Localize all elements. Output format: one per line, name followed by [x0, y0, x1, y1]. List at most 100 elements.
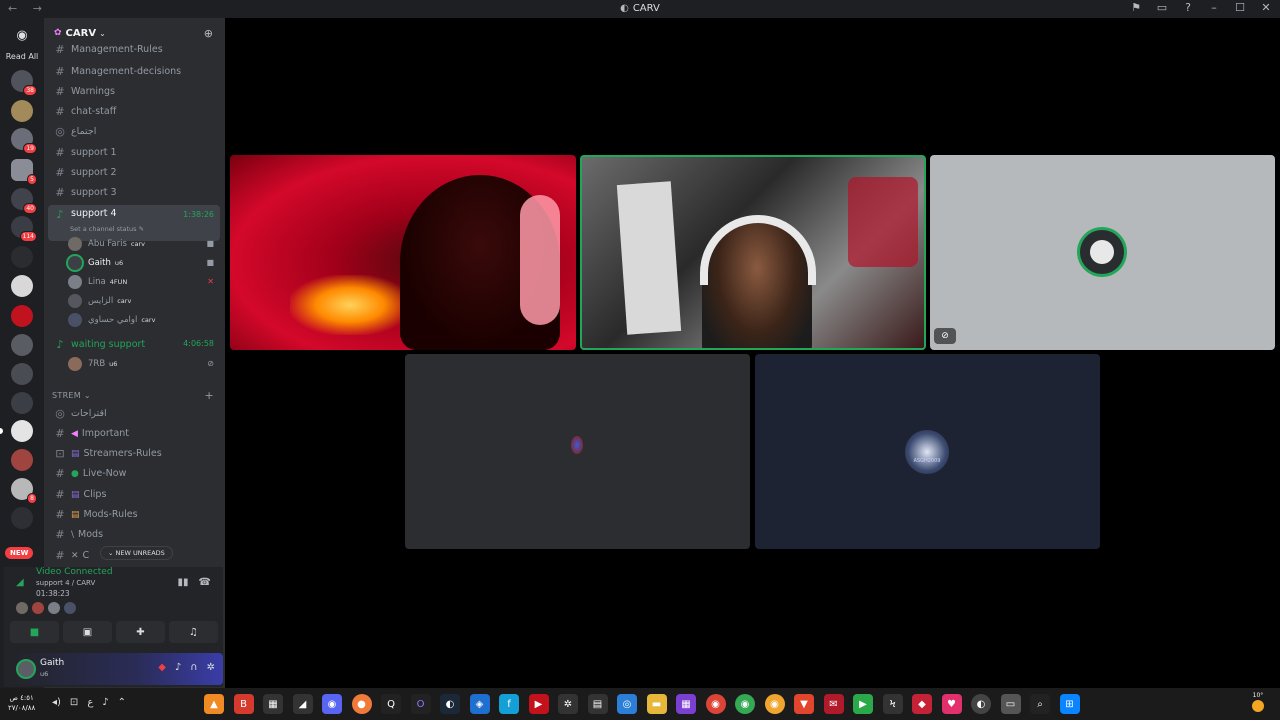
server-icon[interactable]: 8	[11, 478, 37, 504]
activities-button[interactable]: ✚	[116, 621, 165, 643]
video-tile-speaking[interactable]	[580, 155, 926, 350]
channel-mods[interactable]: # \ Mods	[48, 525, 220, 544]
channel-support-2[interactable]: # support 2	[48, 163, 220, 182]
voice-user[interactable]: 7RB u6 ⊘	[68, 354, 218, 373]
app-icon[interactable]: ◉	[764, 694, 785, 714]
channel-meeting[interactable]: ◎ اجتماع	[48, 122, 220, 141]
minimize-icon[interactable]: –	[1208, 1, 1220, 14]
app-icon[interactable]: ◐	[971, 694, 991, 714]
windows-start-icon[interactable]: ⊞	[1059, 694, 1080, 714]
server-icon[interactable]	[11, 507, 33, 529]
microphone-icon[interactable]: ♪	[175, 662, 181, 673]
weather-widget[interactable]: 10°	[1252, 692, 1264, 712]
microphone-icon[interactable]: ♪	[102, 697, 108, 708]
app-icon[interactable]: ◆	[912, 694, 932, 714]
noise-suppression-icon[interactable]: ▮▮	[178, 577, 189, 588]
steam-icon[interactable]: ◐	[440, 694, 460, 714]
app-icon[interactable]: ●	[351, 694, 372, 714]
app-icon[interactable]: O	[410, 694, 431, 714]
maximize-icon[interactable]: ☐	[1234, 1, 1246, 14]
channel-waiting-support[interactable]: ♪ waiting support 4:06:58	[48, 335, 220, 354]
chrome-icon[interactable]: ◉	[705, 694, 726, 714]
settings-gear-icon[interactable]: ✲	[207, 662, 215, 673]
channel-important[interactable]: # ◀ Important	[48, 424, 220, 443]
folder-icon[interactable]: ▬	[646, 694, 667, 714]
inbox-icon[interactable]: ▭	[1156, 1, 1168, 14]
invite-people-icon[interactable]: ⊕	[204, 27, 213, 40]
app-icon[interactable]: ▤	[587, 694, 608, 714]
channel-support-3[interactable]: # support 3	[48, 183, 220, 202]
discord-home-icon[interactable]: ◉	[11, 26, 33, 44]
discord-taskbar-icon[interactable]: ◉	[322, 694, 342, 714]
volume-icon[interactable]: ◂)	[52, 697, 61, 708]
flag-icon[interactable]: ⚑	[1130, 1, 1142, 14]
channel-warnings[interactable]: # Warnings	[48, 82, 220, 101]
help-icon[interactable]: ?	[1182, 1, 1194, 14]
headphones-icon[interactable]: ∩	[190, 662, 197, 673]
server-icon[interactable]: 38	[11, 70, 37, 96]
app-icon[interactable]: ♥	[941, 694, 962, 714]
close-icon[interactable]: ✕	[1260, 1, 1272, 14]
server-icon[interactable]	[11, 363, 33, 385]
app-icon[interactable]: f	[499, 694, 519, 714]
avatar-tile-user-5[interactable]: ASGH2009	[755, 354, 1100, 549]
read-all-button[interactable]: Read All	[0, 52, 44, 61]
chevron-up-icon[interactable]: ⌃	[118, 697, 126, 708]
channel-management-decisions[interactable]: # Management-decisions	[48, 62, 220, 81]
channel-live-now[interactable]: # ● Live-Now	[48, 464, 220, 483]
server-icon-carv[interactable]	[11, 420, 33, 442]
current-username[interactable]: Gaith	[40, 658, 64, 668]
app-icon[interactable]: Ϟ	[882, 694, 903, 714]
network-icon[interactable]: ⊡	[70, 697, 78, 708]
app-icon[interactable]: ▭	[1000, 694, 1021, 714]
voice-user[interactable]: Abu Faris carv ■	[68, 234, 218, 253]
voice-user[interactable]: Lina 4FUN ✕	[68, 272, 218, 291]
app-icon[interactable]: ◢	[292, 694, 313, 714]
channel-suggestions[interactable]: ◎ اقتراحات	[48, 404, 220, 423]
channel-chat-staff[interactable]: # chat-staff	[48, 102, 220, 121]
server-icon[interactable]	[11, 334, 33, 356]
app-icon[interactable]: ▲	[204, 694, 224, 714]
server-icon[interactable]: 114	[11, 216, 37, 242]
avatar-tile-user-3[interactable]: ⊘	[930, 155, 1275, 350]
server-icon[interactable]: 5	[11, 159, 37, 185]
app-icon[interactable]: ✲	[558, 694, 578, 714]
avatar-tile-user-4[interactable]	[405, 354, 750, 549]
app-icon[interactable]: B	[233, 694, 254, 714]
app-icon[interactable]: ▦	[676, 694, 696, 714]
app-icon[interactable]: ◈	[469, 694, 490, 714]
server-icon[interactable]	[11, 305, 33, 327]
disconnect-icon[interactable]: ☎	[199, 577, 211, 588]
soundboard-button[interactable]: ♫	[169, 621, 218, 643]
new-unreads-pill[interactable]: NEW	[5, 547, 34, 559]
voice-user[interactable]: الزايس carv	[68, 291, 218, 310]
server-icon[interactable]	[11, 246, 33, 268]
system-clock[interactable]: ٤:٥١ ص ٢٧/٠٨/٨٨	[8, 693, 35, 713]
brave-icon[interactable]: ▼	[794, 694, 814, 714]
channel-clips[interactable]: # ▤ Clips	[48, 485, 220, 504]
add-channel-icon[interactable]: +	[204, 389, 214, 402]
voice-status[interactable]: Video Connected	[36, 567, 113, 577]
screen-share-button[interactable]: ▣	[63, 621, 112, 643]
channel-streamers-rules[interactable]: ⊡ ▤ Streamers-Rules	[48, 444, 220, 463]
server-icon[interactable]	[11, 392, 33, 414]
search-icon[interactable]: ⌕	[1030, 694, 1050, 714]
voice-location[interactable]: support 4 / CARV	[36, 579, 95, 587]
language-icon[interactable]: ع	[87, 697, 93, 708]
voice-user[interactable]: اوامي حساوي carv	[68, 310, 218, 329]
new-unreads-button[interactable]: ⌄ NEW UNREADS	[100, 546, 173, 560]
app-icon[interactable]: ◉	[735, 694, 755, 714]
server-icon[interactable]: 19	[11, 128, 37, 154]
category-strem[interactable]: STREM ⌄ +	[52, 389, 220, 402]
camera-button[interactable]: ■	[10, 621, 59, 643]
server-icon[interactable]	[11, 100, 33, 122]
app-icon[interactable]: Q	[381, 694, 401, 714]
server-icon[interactable]	[11, 275, 33, 297]
avatar[interactable]	[16, 659, 36, 679]
app-icon[interactable]: ▦	[263, 694, 283, 714]
server-icon[interactable]: 40	[11, 188, 37, 214]
youtube-icon[interactable]: ▶	[528, 694, 549, 714]
video-tile-user-1[interactable]	[230, 155, 576, 350]
voice-user[interactable]: Gaith u6 ■	[68, 253, 218, 272]
channel-management-rules[interactable]: # Management-Rules	[48, 42, 220, 56]
